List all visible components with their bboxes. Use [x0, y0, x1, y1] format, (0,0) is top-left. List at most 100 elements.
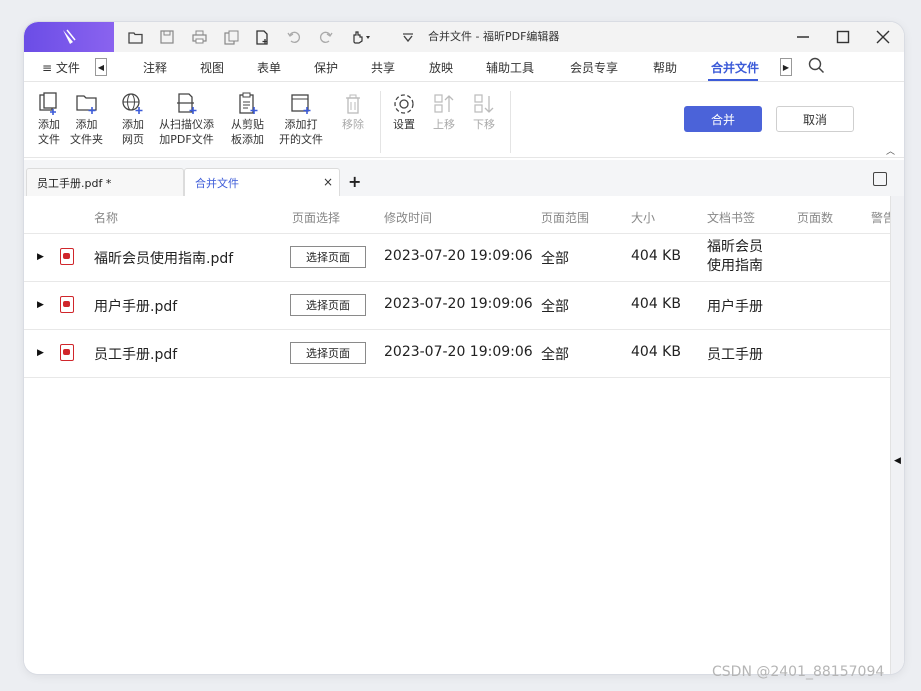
tab-employee-handbook[interactable]: 员工手册.pdf * [26, 168, 184, 196]
menu-accessibility[interactable]: 辅助工具 [486, 59, 534, 76]
modified-time: 2023-07-20 19:09:06 [384, 248, 533, 264]
table-row[interactable]: ▶ 福昕会员使用指南.pdf 选择页面 2023-07-20 19:09:06 … [24, 234, 890, 282]
modified-time: 2023-07-20 19:09:06 [384, 344, 533, 360]
copy-document-icon[interactable] [222, 28, 240, 46]
menu-view[interactable]: 视图 [200, 59, 224, 76]
select-pages-button[interactable]: 选择页面 [290, 246, 366, 268]
right-side-panel: ◀ [890, 196, 904, 674]
expand-arrow-icon[interactable]: ▶ [37, 348, 44, 358]
add-from-scanner-button[interactable]: 从扫描仪添 加PDF文件 [159, 91, 214, 147]
column-header-bookmark[interactable]: 文档书签 [707, 209, 755, 226]
add-folder-icon [74, 91, 100, 117]
column-header-page-count[interactable]: 页面数 [797, 209, 833, 226]
ribbon-separator [510, 91, 511, 153]
file-size: 404 KB [631, 344, 681, 360]
hand-tool-icon[interactable] [348, 28, 376, 46]
remove-button[interactable]: 移除 [340, 91, 366, 132]
expand-panel-icon[interactable]: ◀ [894, 456, 901, 466]
open-files-label-2: 开的文件 [279, 133, 323, 146]
menu-merge-files[interactable]: 合并文件 [711, 59, 759, 76]
file-name: 福昕会员使用指南.pdf [94, 251, 234, 267]
add-folder-button[interactable]: 添加 文件夹 [70, 91, 103, 147]
add-webpage-label-1: 添加 [122, 118, 144, 131]
merge-button[interactable]: 合并 [684, 106, 762, 132]
customize-toolbar-icon[interactable] [399, 28, 417, 46]
menu-present[interactable]: 放映 [429, 59, 453, 76]
close-window-button[interactable] [872, 26, 894, 48]
app-logo[interactable] [24, 22, 114, 52]
triangle-right-icon: ▶ [782, 62, 790, 72]
menu-scroll-right-button[interactable]: ▶ [780, 58, 792, 76]
active-menu-indicator [708, 79, 758, 81]
select-pages-button[interactable]: 选择页面 [290, 294, 366, 316]
select-pages-button[interactable]: 选择页面 [290, 342, 366, 364]
search-button[interactable] [808, 57, 825, 77]
settings-button[interactable]: 设置 [391, 91, 417, 132]
column-header-name[interactable]: 名称 [94, 209, 118, 226]
add-folder-label-1: 添加 [75, 118, 98, 131]
file-size: 404 KB [631, 296, 681, 312]
menu-form[interactable]: 表单 [257, 59, 281, 76]
move-up-button[interactable]: 上移 [431, 91, 457, 132]
expand-arrow-icon[interactable]: ▶ [37, 300, 44, 310]
settings-label: 设置 [393, 118, 415, 131]
new-document-icon[interactable] [253, 28, 271, 46]
menu-file-label: 文件 [55, 61, 80, 75]
save-icon[interactable] [158, 28, 176, 46]
gear-icon [391, 91, 417, 117]
trash-icon [340, 91, 366, 117]
clipboard-label-2: 板添加 [231, 133, 264, 146]
hamburger-icon: ≡ [42, 61, 53, 75]
tab-close-icon[interactable]: × [323, 175, 333, 189]
ribbon-separator [380, 91, 381, 153]
tab-label: 合并文件 [195, 176, 239, 190]
page-range: 全部 [541, 347, 569, 363]
undo-icon[interactable] [285, 28, 303, 46]
add-file-button[interactable]: 添加 文件 [36, 91, 62, 147]
cancel-button[interactable]: 取消 [776, 106, 854, 132]
add-file-label-2: 文件 [38, 133, 60, 146]
tab-list-icon[interactable] [873, 172, 887, 186]
column-header-modified[interactable]: 修改时间 [384, 209, 432, 226]
table-row[interactable]: ▶ 用户手册.pdf 选择页面 2023-07-20 19:09:06 全部 4… [24, 282, 890, 330]
scanner-label-2: 加PDF文件 [159, 133, 214, 146]
menu-file[interactable]: ≡ 文件 [42, 59, 80, 76]
move-up-icon [431, 91, 457, 117]
tab-merge-files[interactable]: 合并文件 × [184, 168, 340, 196]
bookmark-line-2: 使用指南 [707, 258, 763, 274]
file-name: 员工手册.pdf [94, 347, 178, 363]
ribbon-toolbar: 添加 文件 添加 文件夹 添加 网页 从扫描仪添 加PDF文件 从剪贴 板添加 … [24, 83, 904, 158]
minimize-button[interactable] [792, 26, 814, 48]
redo-icon[interactable] [317, 28, 335, 46]
expand-arrow-icon[interactable]: ▶ [37, 252, 44, 262]
open-files-label-1: 添加打 [284, 118, 318, 131]
menu-help[interactable]: 帮助 [653, 59, 677, 76]
column-header-warning[interactable]: 警告 [871, 209, 890, 226]
column-header-page-range[interactable]: 页面范围 [541, 209, 589, 226]
table-row[interactable]: ▶ 员工手册.pdf 选择页面 2023-07-20 19:09:06 全部 4… [24, 330, 890, 378]
menu-protect[interactable]: 保护 [314, 59, 338, 76]
column-header-size[interactable]: 大小 [631, 209, 655, 226]
add-from-clipboard-button[interactable]: 从剪贴 板添加 [231, 91, 264, 147]
menu-comment[interactable]: 注释 [143, 59, 167, 76]
title-bar: 合并文件 - 福昕PDF编辑器 [24, 22, 904, 52]
column-header-page-selection[interactable]: 页面选择 [292, 209, 340, 226]
maximize-button[interactable] [832, 26, 854, 48]
add-folder-label-2: 文件夹 [70, 133, 103, 146]
add-webpage-button[interactable]: 添加 网页 [120, 91, 146, 147]
app-window: 合并文件 - 福昕PDF编辑器 ≡ 文件 ◀ 注释 视图 表单 保护 共享 放映… [24, 22, 904, 674]
collapse-ribbon-icon[interactable]: ︿ [886, 144, 895, 157]
menu-share[interactable]: 共享 [371, 59, 395, 76]
tab-label: 员工手册.pdf * [37, 176, 112, 190]
add-tab-button[interactable]: + [348, 172, 361, 191]
menu-scroll-left-button[interactable]: ◀ [95, 58, 107, 76]
open-folder-icon[interactable] [126, 28, 144, 46]
pdf-file-icon [60, 296, 74, 313]
modified-time: 2023-07-20 19:09:06 [384, 296, 533, 312]
add-open-files-button[interactable]: 添加打 开的文件 [279, 91, 323, 147]
print-icon[interactable] [190, 28, 208, 46]
page-range: 全部 [541, 251, 569, 267]
pen-logo-icon [63, 29, 76, 44]
move-down-button[interactable]: 下移 [471, 91, 497, 132]
menu-member[interactable]: 会员专享 [570, 59, 618, 76]
